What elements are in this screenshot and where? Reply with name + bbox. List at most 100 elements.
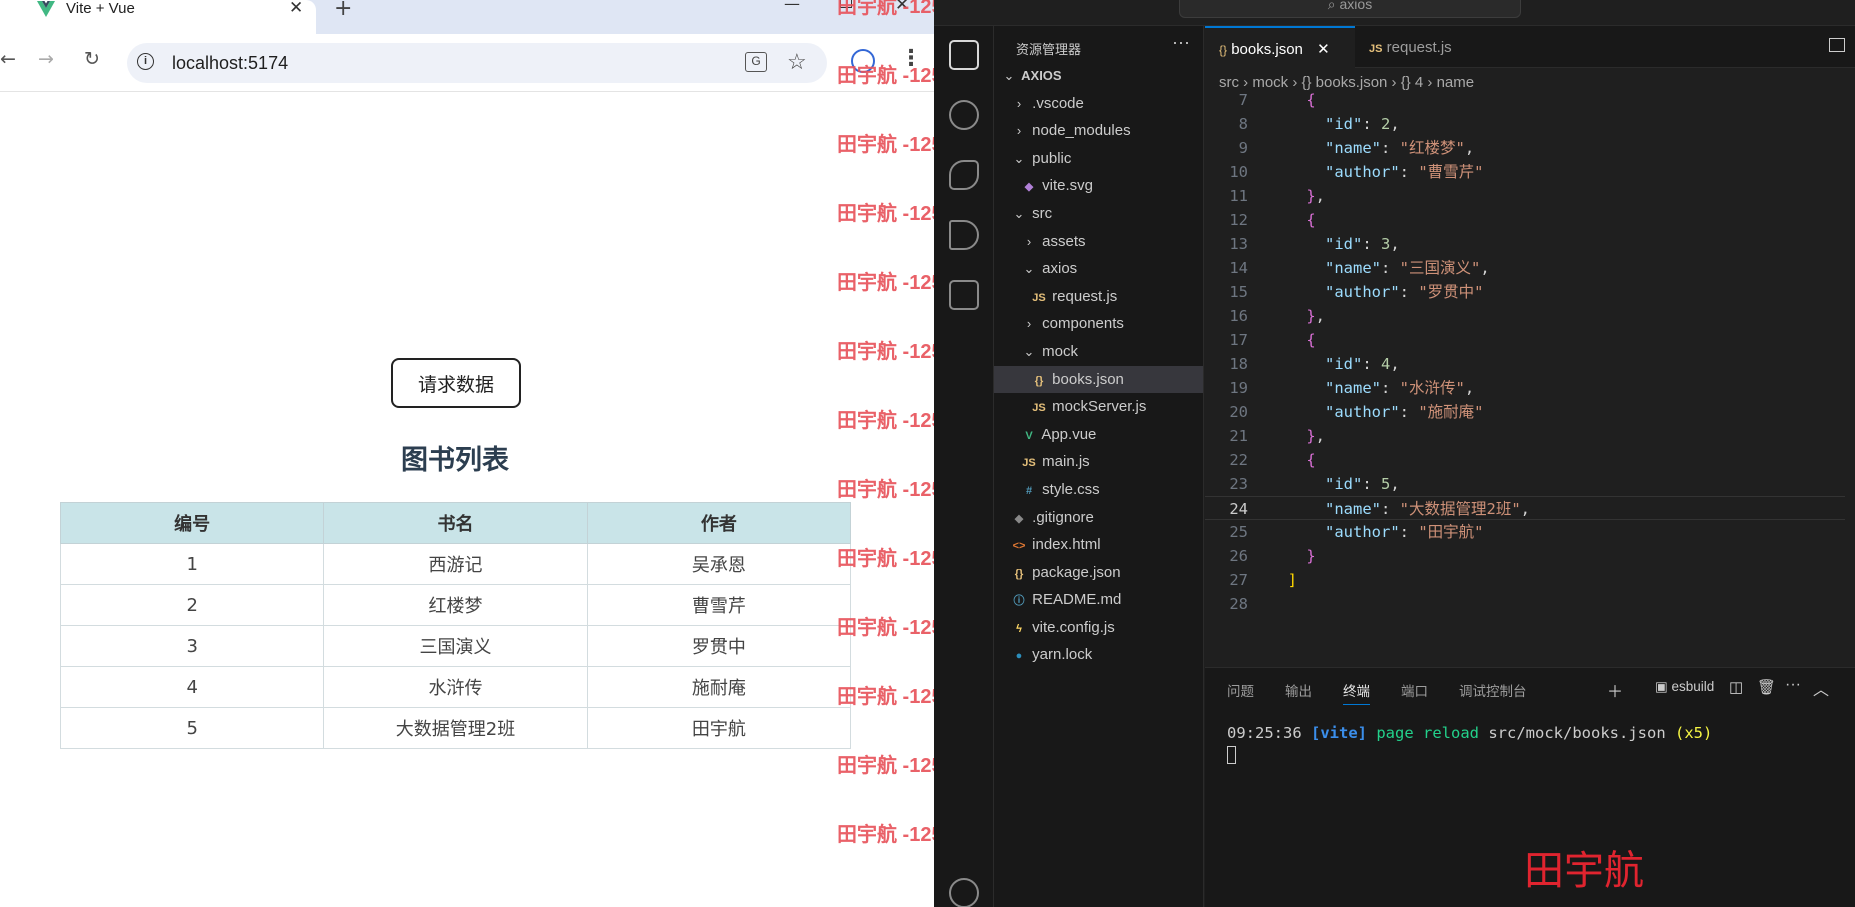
watermark-text: 田宇航 -125 - 1417 <box>837 824 934 846</box>
request-data-button[interactable]: 请求数据 <box>391 358 521 408</box>
tree-item[interactable]: JS mockServer.js <box>994 393 1203 421</box>
svg-file-icon: ◆ <box>1024 181 1034 194</box>
tab-books-json[interactable]: {} books.json ✕ <box>1205 26 1355 68</box>
minimize-icon[interactable]: — <box>784 0 800 13</box>
table-row: 4 水浒传 施耐庵 <box>59 666 852 708</box>
tree-item[interactable]: ⌄ src <box>994 200 1203 228</box>
browser-tab[interactable]: Vite + Vue ✕ <box>0 0 316 34</box>
close-tab-icon[interactable]: ✕ <box>289 0 303 18</box>
forward-icon[interactable]: → <box>38 48 54 70</box>
code-line: 11 }, <box>1205 184 1845 208</box>
line-number: 7 <box>1238 91 1248 109</box>
code-line: 23 "id": 5, <box>1205 472 1845 496</box>
code-line: 19 "name": "水浒传", <box>1205 376 1845 400</box>
panel-tab[interactable]: 终端 <box>1343 680 1370 705</box>
tree-item-label: yarn.lock <box>1028 646 1093 664</box>
tree-item-label: App.vue <box>1038 425 1097 443</box>
code-line: 20 "author": "施耐庵" <box>1205 400 1845 424</box>
tab-label: request.js <box>1386 39 1452 56</box>
tree-item[interactable]: ◆ vite.svg <box>994 172 1203 200</box>
tree-item[interactable]: V App.vue <box>994 421 1203 449</box>
code-line: 18 "id": 4, <box>1205 352 1845 376</box>
code-editor[interactable]: 7 {8 "id": 2, 9 "name": "红楼梦", 10 "author"… <box>1205 91 1855 656</box>
more-actions-icon[interactable]: ··· <box>1172 32 1190 53</box>
browser-toolbar: ← → ↻ i localhost:5174 G ☆ ⋮ <box>0 34 934 92</box>
close-tab-icon[interactable]: ✕ <box>1317 41 1330 58</box>
code-line: 24 "name": "大数据管理2班", <box>1205 496 1845 520</box>
new-tab-icon[interactable]: + <box>334 0 352 21</box>
split-editor-icon[interactable] <box>1829 38 1845 52</box>
panel-tab[interactable]: 端口 <box>1401 680 1428 700</box>
translate-icon[interactable]: G <box>745 52 767 72</box>
tree-item[interactable]: ϟ vite.config.js <box>994 614 1203 642</box>
tree-item[interactable]: {} books.json <box>994 365 1203 394</box>
command-center-search[interactable]: ⌕ axios <box>1179 0 1521 18</box>
trash-icon[interactable]: 🗑 <box>1757 678 1776 696</box>
tree-item[interactable]: ⌄ public <box>994 145 1203 173</box>
tree-item[interactable]: {} package.json <box>994 559 1203 587</box>
tree-item-label: books.json <box>1048 370 1124 388</box>
tree-item[interactable]: # style.css <box>994 476 1203 504</box>
code-text: "id": 3, <box>1325 235 1400 253</box>
new-terminal-icon[interactable]: ＋ <box>1607 678 1623 702</box>
table-cell-id: 3 <box>59 625 325 667</box>
chevron-right-icon: › <box>1026 316 1032 332</box>
tree-item[interactable]: ⌄ axios <box>994 255 1203 283</box>
tree-item[interactable]: ● yarn.lock <box>994 641 1203 669</box>
address-bar[interactable]: i localhost:5174 G ☆ <box>127 43 827 83</box>
table-cell-name: 三国演义 <box>323 625 588 667</box>
line-number: 10 <box>1229 163 1248 181</box>
table-cell-id: 4 <box>59 666 325 708</box>
bookmark-star-icon[interactable]: ☆ <box>787 49 807 75</box>
code-text: }, <box>1306 187 1326 205</box>
code-text: "author": "施耐庵" <box>1325 403 1484 421</box>
extensions-icon[interactable] <box>949 280 979 310</box>
account-icon[interactable] <box>949 878 979 907</box>
tree-item[interactable]: › .vscode <box>994 90 1203 118</box>
tree-item[interactable]: › assets <box>994 228 1203 256</box>
line-number: 13 <box>1229 235 1248 253</box>
table-row: 2 红楼梦 曹雪芹 <box>59 584 852 626</box>
code-text: }, <box>1306 427 1326 445</box>
tree-item[interactable]: JS request.js <box>994 283 1203 311</box>
line-number: 16 <box>1229 307 1248 325</box>
column-header-name: 书名 <box>323 502 588 544</box>
tree-item[interactable]: <> index.html <box>994 531 1203 559</box>
more-icon[interactable]: ··· <box>1785 676 1801 694</box>
search-icon[interactable] <box>949 100 979 130</box>
tree-item[interactable]: ⌄ mock <box>994 338 1203 366</box>
terminal-name[interactable]: ▣ esbuild <box>1655 679 1714 695</box>
code-line: 27 ] <box>1205 568 1845 592</box>
json-file-icon: {} <box>1034 374 1044 387</box>
panel-tab[interactable]: 调试控制台 <box>1459 680 1527 700</box>
panel-tab[interactable]: 问题 <box>1227 680 1254 700</box>
split-terminal-icon[interactable]: ◫ <box>1729 678 1743 696</box>
tree-item[interactable]: › components <box>994 310 1203 338</box>
line-number: 14 <box>1229 259 1248 277</box>
maximize-panel-icon[interactable]: ︿ <box>1813 676 1829 700</box>
tree-item-label: AXIOS <box>1018 68 1062 83</box>
code-text: "id": 5, <box>1325 475 1400 493</box>
tree-item[interactable]: ⓘ README.md <box>994 586 1203 614</box>
run-debug-icon[interactable] <box>949 220 979 250</box>
tree-item[interactable]: ⌄ AXIOS <box>994 62 1203 90</box>
line-number: 11 <box>1229 187 1248 205</box>
explorer-title: 资源管理器 <box>1016 42 1082 57</box>
code-text: "name": "三国演义", <box>1325 259 1490 277</box>
file-tree: ⌄ AXIOS › .vscode › node_modules ⌄ public ◆ … <box>994 62 1203 669</box>
terminal-time: 09:25:36 <box>1227 724 1302 742</box>
line-number: 22 <box>1229 451 1248 469</box>
panel-tab[interactable]: 输出 <box>1285 680 1312 700</box>
explorer-icon[interactable] <box>949 40 979 70</box>
code-text: { <box>1306 451 1316 469</box>
table-cell-id: 5 <box>59 707 325 749</box>
reload-icon[interactable]: ↻ <box>84 48 100 70</box>
tree-item[interactable]: JS main.js <box>994 448 1203 476</box>
back-icon[interactable]: ← <box>0 48 16 70</box>
tree-item[interactable]: › node_modules <box>994 117 1203 145</box>
tree-item-label: mockServer.js <box>1048 398 1147 416</box>
tab-request-js[interactable]: JS request.js <box>1355 26 1501 68</box>
tree-item[interactable]: ◆ .gitignore <box>994 504 1203 532</box>
source-control-icon[interactable] <box>949 160 979 190</box>
site-info-icon[interactable]: i <box>137 53 154 70</box>
